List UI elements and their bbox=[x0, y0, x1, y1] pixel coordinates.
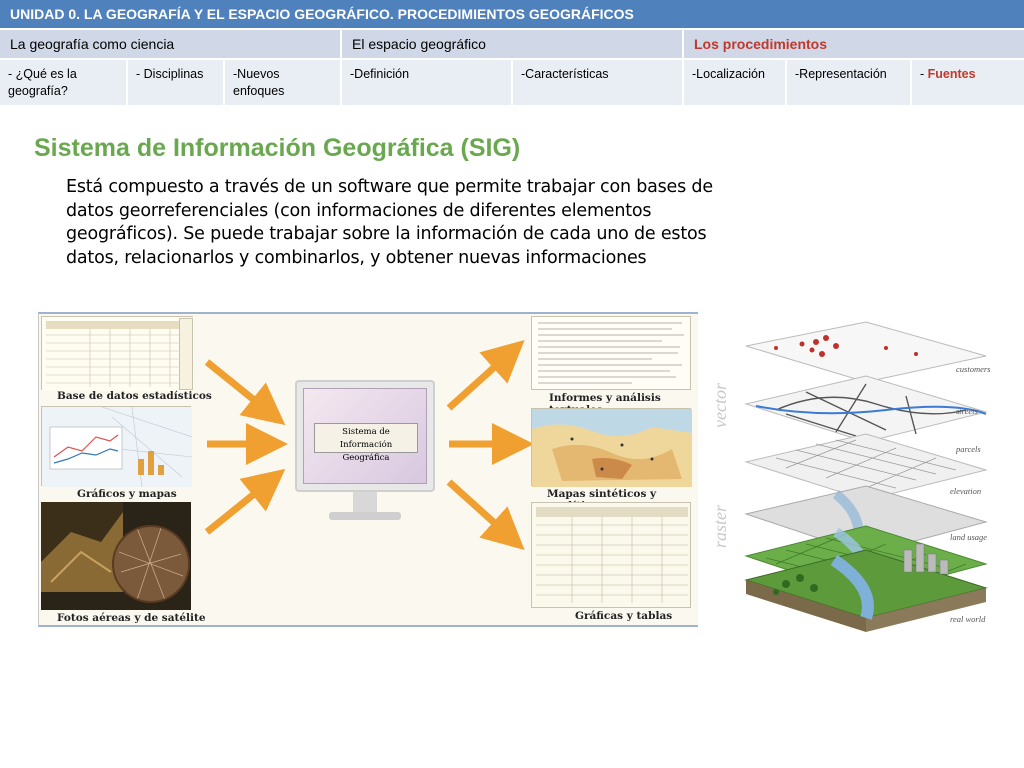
slide-title: Sistema de Información Geográfica (SIG) bbox=[34, 134, 521, 162]
label-parcels: parcels bbox=[956, 444, 981, 454]
layer-customers bbox=[745, 321, 987, 383]
arrow-out-top bbox=[446, 339, 525, 411]
arrow-in-top bbox=[204, 359, 286, 426]
data-table-illustration bbox=[536, 507, 688, 603]
body-paragraph: Está compuesto a través de un software q… bbox=[66, 177, 713, 268]
monitor-screen: Sistema de Información Geográfica bbox=[303, 388, 427, 484]
sig-label-box: Sistema de Información Geográfica bbox=[314, 423, 418, 463]
label-customers: customers bbox=[956, 364, 991, 374]
unit-title: UNIDAD 0. LA GEOGRAFÍA Y EL ESPACIO GEOG… bbox=[0, 0, 1024, 30]
sig-diagram: Base de datos estadísticos Gráficos y ma… bbox=[38, 312, 698, 627]
label-real-world: real world bbox=[950, 614, 986, 624]
label-land-usage: land usage bbox=[950, 532, 988, 542]
sig-label-line1: Sistema de bbox=[342, 427, 390, 437]
link-que-es-geografia[interactable]: - ¿Qué es la geografía? bbox=[0, 60, 128, 105]
tab-procedimientos[interactable]: Los procedimientos bbox=[684, 30, 1024, 60]
tab-geografia-ciencia[interactable]: La geografía como ciencia bbox=[0, 30, 342, 60]
tab-espacio-geografico[interactable]: El espacio geográfico bbox=[342, 30, 684, 60]
computer-monitor: Sistema de Información Geográfica bbox=[295, 380, 435, 540]
link-localizacion[interactable]: -Localización bbox=[684, 60, 787, 105]
fuentes-label: Fuentes bbox=[927, 67, 976, 81]
gis-layers-illustration: customers streets parcels elevation land… bbox=[710, 318, 1006, 634]
navigation-table: UNIDAD 0. LA GEOGRAFÍA Y EL ESPACIO GEOG… bbox=[0, 0, 1024, 105]
charts-tables-image bbox=[531, 502, 691, 608]
map-illustration bbox=[532, 409, 692, 487]
link-caracteristicas[interactable]: -Características bbox=[513, 60, 684, 105]
text-reports-image bbox=[531, 316, 691, 390]
label-vector: vector bbox=[710, 383, 730, 428]
link-definicion[interactable]: -Definición bbox=[342, 60, 513, 105]
section-tabs: La geografía como ciencia El espacio geo… bbox=[0, 30, 1024, 60]
link-fuentes[interactable]: - Fuentes bbox=[912, 60, 1024, 105]
link-disciplinas[interactable]: - Disciplinas bbox=[128, 60, 225, 105]
label-raster: raster bbox=[710, 504, 730, 548]
link-nuevos-enfoques[interactable]: -Nuevos enfoques bbox=[225, 60, 342, 105]
label-elevation: elevation bbox=[950, 486, 982, 496]
subsection-links: - ¿Qué es la geografía? - Disciplinas -N… bbox=[0, 60, 1024, 105]
monitor-frame: Sistema de Información Geográfica bbox=[295, 380, 435, 492]
layer-streets bbox=[744, 375, 988, 443]
monitor-neck bbox=[353, 492, 377, 514]
label-streets: streets bbox=[956, 406, 978, 416]
thematic-maps-image bbox=[531, 408, 692, 487]
arrow-in-bottom bbox=[204, 468, 286, 535]
link-representacion[interactable]: -Representación bbox=[787, 60, 912, 105]
sig-label-line2: Información Geográfica bbox=[339, 440, 393, 463]
report-lines bbox=[538, 322, 684, 384]
monitor-base bbox=[329, 512, 401, 520]
fuentes-prefix: - bbox=[920, 67, 928, 81]
caption-graficas-tablas: Gráficas y tablas bbox=[575, 610, 673, 622]
arrow-out-bottom bbox=[446, 479, 525, 551]
